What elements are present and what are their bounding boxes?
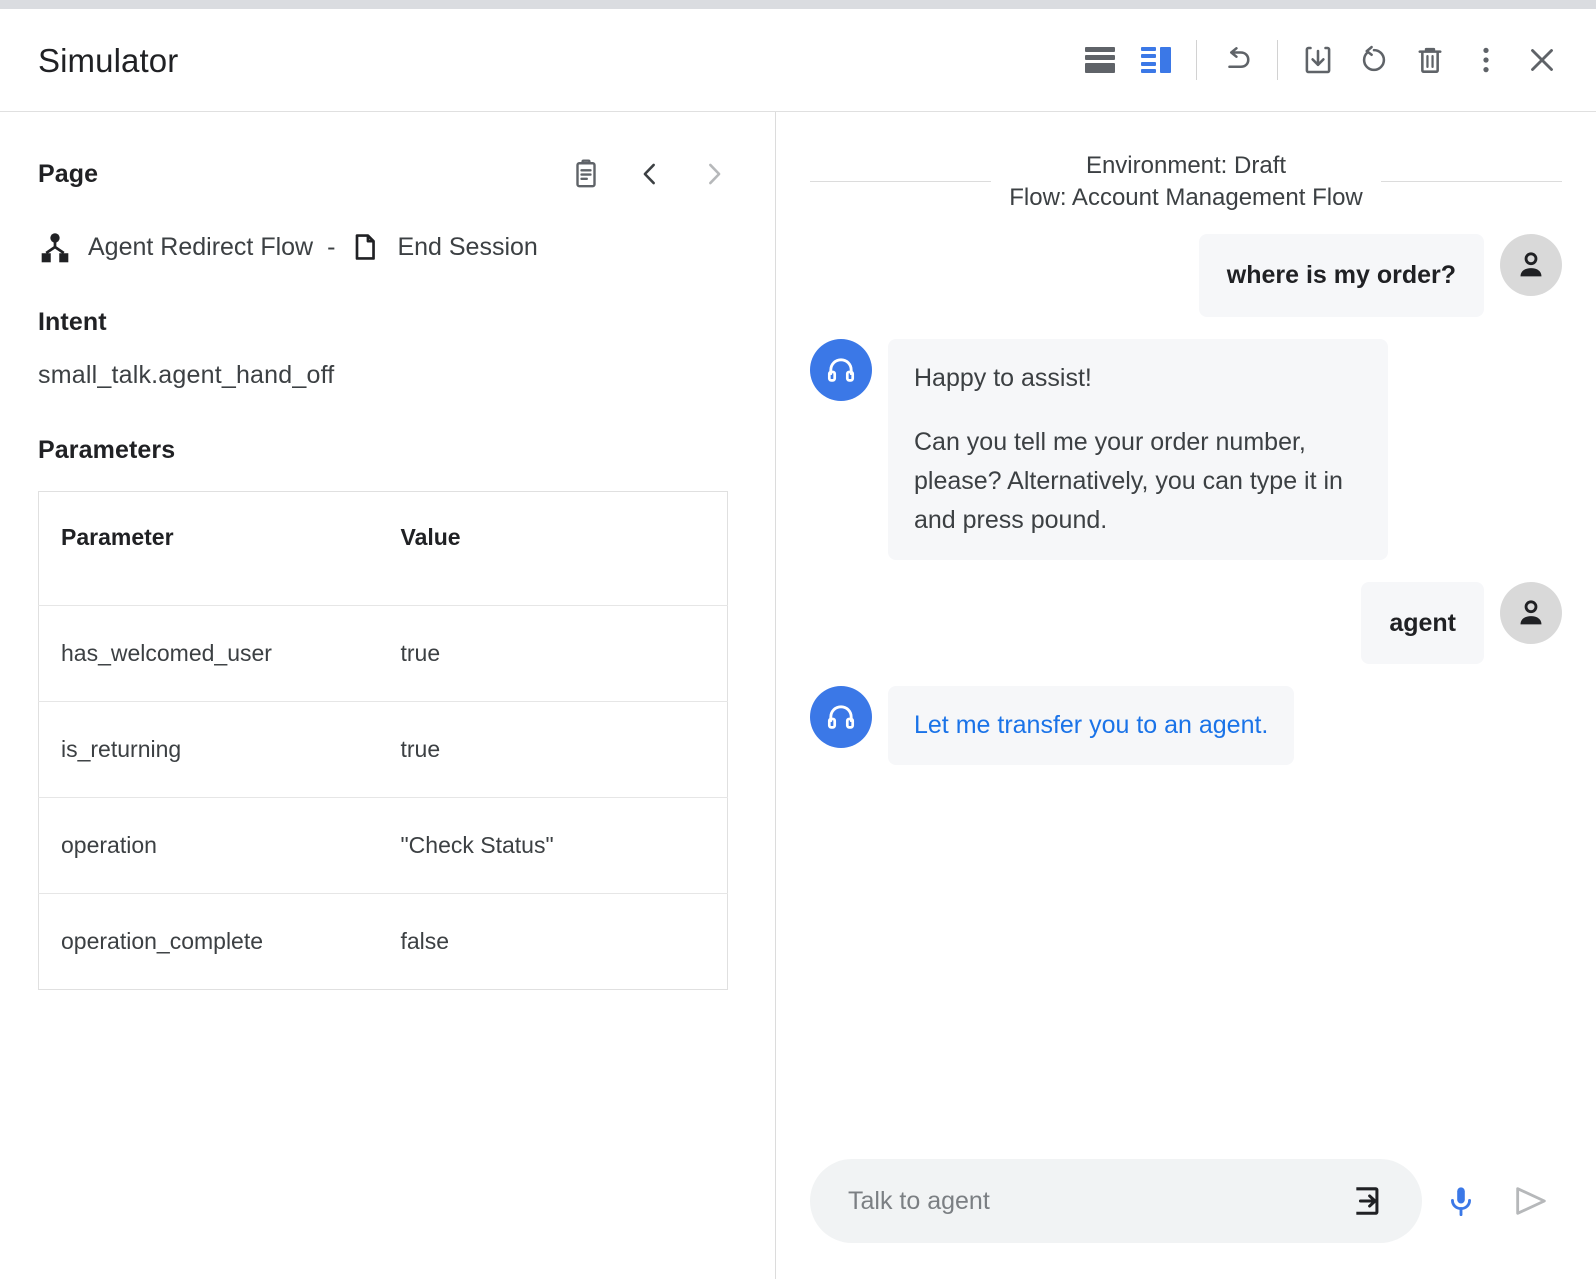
breadcrumb-flow-name: Agent Redirect Flow xyxy=(88,232,314,261)
clipboard-icon xyxy=(576,159,596,188)
headset-icon xyxy=(827,357,855,382)
table-row: is_returning true xyxy=(38,701,728,798)
avatar xyxy=(810,686,872,749)
chat-message-bot: Happy to assist! Can you tell me your or… xyxy=(810,338,1562,560)
column-header-value: Value xyxy=(378,491,728,606)
parameter-name: is_returning xyxy=(38,701,379,798)
close-icon xyxy=(1531,49,1553,71)
layout-horizontal-split-button[interactable] xyxy=(1072,32,1128,88)
toolbar-divider-1 xyxy=(1196,40,1197,80)
headset-icon xyxy=(827,705,855,730)
send-event-icon xyxy=(1356,1187,1379,1215)
window-top-strip xyxy=(0,0,1596,9)
avatar xyxy=(810,338,872,401)
layout-vertical-split-icon xyxy=(1141,47,1171,73)
parameter-name: has_welcomed_user xyxy=(38,605,379,702)
trash-icon xyxy=(1418,47,1442,73)
header-rule-right xyxy=(1380,181,1562,183)
message-bubble: agent xyxy=(1361,581,1484,665)
toolbar-divider-2 xyxy=(1277,40,1278,80)
send-message-button[interactable] xyxy=(1500,1170,1562,1232)
parameters-table: Parameter Value has_welcomed_user true i… xyxy=(38,491,728,990)
person-icon xyxy=(1520,252,1542,277)
parameter-value: false xyxy=(400,928,450,954)
layout-horizontal-split-icon xyxy=(1085,47,1115,73)
parameter-value: "Check Status" xyxy=(378,797,728,894)
message-paragraph: Can you tell me your order number, pleas… xyxy=(914,428,1343,534)
chat-message-bot: Let me transfer you to an agent. xyxy=(810,686,1562,766)
parameter-name: operation xyxy=(38,797,379,894)
page-document-icon xyxy=(349,231,381,263)
message-paragraph: Happy to assist! xyxy=(914,363,1092,392)
page-header-row: Page xyxy=(38,152,737,196)
chevron-right-icon xyxy=(709,163,721,185)
message-bubble: where is my order? xyxy=(1198,233,1484,317)
message-bubble[interactable]: Let me transfer you to an agent. xyxy=(888,686,1295,766)
chat-input-wrapper[interactable] xyxy=(810,1159,1422,1243)
delete-button[interactable] xyxy=(1402,32,1458,88)
microphone-button[interactable] xyxy=(1430,1170,1492,1232)
parameter-name: operation_complete xyxy=(61,928,264,954)
close-button[interactable] xyxy=(1514,32,1570,88)
message-bubble: Happy to assist! Can you tell me your or… xyxy=(888,338,1388,560)
chat-message-user: where is my order? xyxy=(810,233,1562,317)
chat-message-list: where is my order? Happy to assist! Can … xyxy=(810,228,1562,766)
table-row: operation "Check Status" xyxy=(38,797,728,894)
column-header-parameter: Parameter xyxy=(38,491,379,606)
breadcrumb-separator: - xyxy=(327,232,336,261)
parameter-value: true xyxy=(378,605,728,702)
environment-header: Environment: Draft Flow: Account Managem… xyxy=(810,150,1562,214)
restart-button[interactable] xyxy=(1346,32,1402,88)
chat-input[interactable] xyxy=(848,1186,1338,1216)
avatar xyxy=(1500,581,1562,644)
previous-page-button[interactable] xyxy=(627,151,673,197)
header-rule-left xyxy=(810,181,992,183)
table-row: has_welcomed_user true xyxy=(38,605,728,702)
chevron-left-icon xyxy=(643,163,655,185)
microphone-icon xyxy=(1451,1187,1471,1217)
send-icon xyxy=(1516,1187,1546,1215)
table-header-row: Parameter Value xyxy=(38,491,728,606)
parameters-label: Parameters xyxy=(38,436,176,464)
parameter-value: true xyxy=(378,701,728,798)
toolbar xyxy=(1072,32,1570,88)
copy-to-clipboard-button[interactable] xyxy=(563,151,609,197)
page-details-panel: Page Agent Redirect Flow - End Session I… xyxy=(0,112,776,1279)
undo-button[interactable] xyxy=(1209,32,1265,88)
chat-message-user: agent xyxy=(810,581,1562,665)
chat-input-bar xyxy=(810,1159,1562,1243)
more-vert-icon xyxy=(1483,47,1489,73)
simulator-header: Simulator xyxy=(0,9,1596,112)
undo-icon xyxy=(1228,47,1250,69)
breadcrumb[interactable]: Agent Redirect Flow - End Session xyxy=(38,230,737,264)
flow-icon xyxy=(38,230,72,264)
restart-icon xyxy=(1362,45,1386,72)
save-button[interactable] xyxy=(1290,32,1346,88)
page-section-label: Page xyxy=(38,159,99,188)
flow-label: Flow: Account Management Flow xyxy=(1009,183,1363,211)
intent-value: small_talk.agent_hand_off xyxy=(38,361,335,389)
next-page-button[interactable] xyxy=(691,151,737,197)
environment-label: Environment: Draft xyxy=(1085,152,1287,179)
save-icon xyxy=(1305,46,1331,74)
layout-vertical-split-button[interactable] xyxy=(1128,32,1184,88)
simulator-window: Simulator Page Agent Redirect Flow - End… xyxy=(0,0,1596,1280)
breadcrumb-page-name: End Session xyxy=(397,232,538,261)
table-row: operation_complete false xyxy=(39,894,728,990)
chat-panel: Environment: Draft Flow: Account Managem… xyxy=(776,112,1596,1279)
page-title: Simulator xyxy=(38,41,179,79)
send-event-button[interactable] xyxy=(1338,1170,1400,1232)
intent-label: Intent xyxy=(38,308,107,336)
more-options-button[interactable] xyxy=(1458,32,1514,88)
simulator-body: Page Agent Redirect Flow - End Session I… xyxy=(0,112,1596,1279)
avatar xyxy=(1500,233,1562,296)
person-icon xyxy=(1520,599,1542,624)
page-actions xyxy=(563,151,737,197)
